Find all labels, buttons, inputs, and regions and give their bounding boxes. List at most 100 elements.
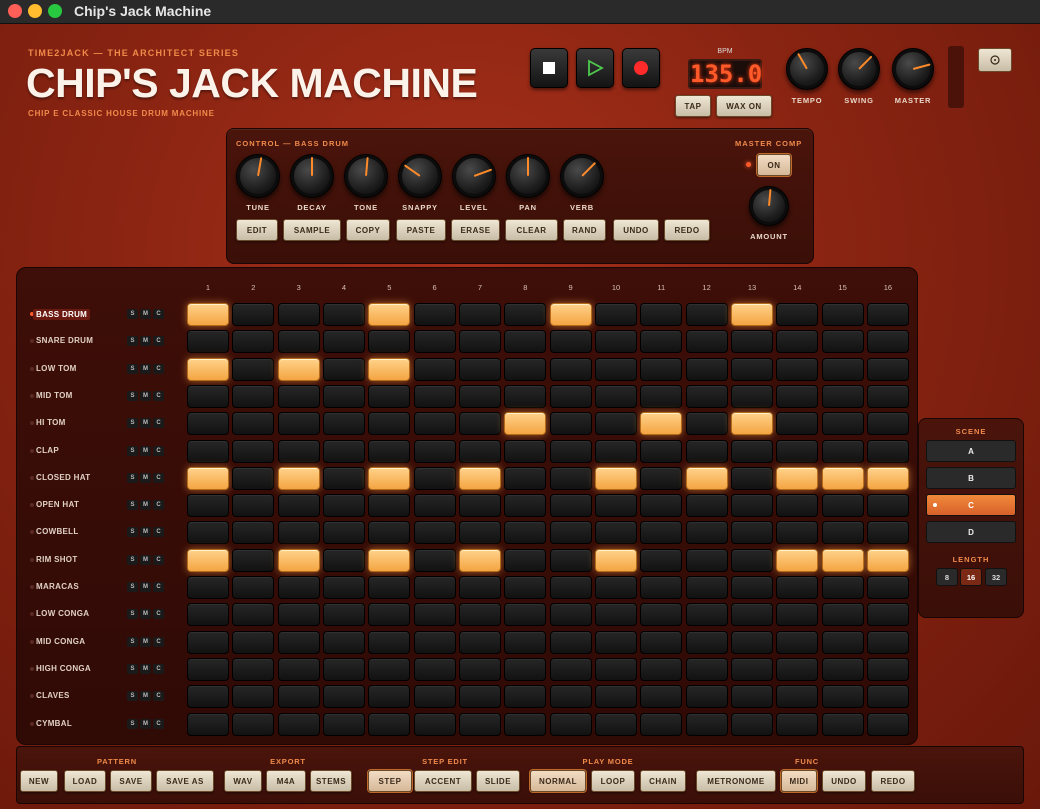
step-pad[interactable] [640,384,683,408]
track-c-button[interactable]: C [153,363,164,374]
track-name[interactable]: BASS DRUM [33,309,91,320]
step-pad[interactable] [731,412,773,436]
master-knob[interactable] [892,48,934,90]
step-pad[interactable] [731,330,773,354]
track-m-button[interactable]: M [140,309,151,319]
step-pad[interactable] [413,712,456,736]
step-pad[interactable] [323,657,365,681]
step-pad[interactable] [459,412,501,436]
step-pad[interactable] [549,357,592,381]
track-name[interactable]: RIM SHOT [36,555,78,564]
track-name[interactable]: LOW CONGA [36,609,89,618]
length-16-button[interactable]: 16 [960,568,982,586]
step-pad[interactable] [232,576,275,599]
step-pad[interactable] [413,657,456,681]
track-m-button[interactable]: M [140,718,151,729]
pattern-save-as-button[interactable]: SAVE AS [156,770,214,792]
step-pad[interactable] [232,357,275,381]
scene-b-button[interactable]: B [926,467,1016,489]
step-pad[interactable] [413,685,456,709]
step-pad[interactable] [504,330,547,354]
step-pad[interactable] [187,685,229,709]
stop-button[interactable] [530,48,568,88]
step-pad[interactable] [549,494,592,518]
track-s-button[interactable]: S [127,609,138,620]
step-pad[interactable] [232,303,275,326]
step-pad[interactable] [368,439,411,463]
step-pad[interactable] [323,603,365,627]
step-pad[interactable] [504,521,547,545]
step-pad[interactable] [685,603,728,627]
close-window-button[interactable] [8,4,22,18]
step-pad[interactable] [685,494,728,518]
track-m-button[interactable]: M [140,472,151,483]
track-m-button[interactable]: M [140,390,151,401]
track-name[interactable]: LOW TOM [36,364,77,373]
step-pad[interactable] [549,439,592,463]
step-pad[interactable] [640,439,683,463]
step-pad[interactable] [640,494,683,518]
control-clear-button[interactable]: CLEAR [505,219,558,241]
step-pad[interactable] [277,466,320,490]
export-stems-button[interactable]: STEMS [310,770,352,792]
step-pad[interactable] [866,412,909,436]
play-button[interactable] [576,48,614,88]
step-pad[interactable] [277,576,320,599]
step-pad[interactable] [866,603,909,627]
step-pad[interactable] [323,521,365,545]
track-s-button[interactable]: S [127,363,138,374]
step-pad[interactable] [323,685,365,709]
track-s-button[interactable]: S [127,527,138,538]
step-pad[interactable] [413,576,456,599]
step-pad[interactable] [595,603,637,627]
control-paste-button[interactable]: PASTE [396,219,446,241]
step-pad[interactable] [323,630,365,654]
func-midi-button[interactable]: MIDI [781,770,817,792]
track-s-button[interactable]: S [127,500,138,511]
step-pad[interactable] [277,303,320,326]
track-s-button[interactable]: S [127,309,138,319]
step-pad[interactable] [776,466,819,490]
step-pad[interactable] [459,357,501,381]
step-pad[interactable] [459,576,501,599]
step-pad[interactable] [187,630,229,654]
step-pad[interactable] [323,712,365,736]
step-pad[interactable] [413,412,456,436]
step-pad[interactable] [866,357,909,381]
step-edit-accent-button[interactable]: ACCENT [414,770,472,792]
step-pad[interactable] [232,521,275,545]
step-pad[interactable] [549,303,592,326]
step-pad[interactable] [277,494,320,518]
step-pad[interactable] [685,384,728,408]
pan-knob[interactable] [506,154,550,198]
track-name[interactable]: CLAP [36,446,59,455]
step-pad[interactable] [187,548,229,572]
track-name[interactable]: SNARE DRUM [36,336,93,345]
step-pad[interactable] [413,466,456,490]
step-pad[interactable] [776,330,819,354]
step-pad[interactable] [866,303,909,326]
step-pad[interactable] [685,576,728,599]
track-s-button[interactable]: S [127,718,138,729]
track-m-button[interactable]: M [140,336,151,347]
step-pad[interactable] [776,521,819,545]
step-pad[interactable] [232,685,275,709]
step-pad[interactable] [504,576,547,599]
step-pad[interactable] [323,466,365,490]
step-pad[interactable] [232,466,275,490]
track-c-button[interactable]: C [153,636,164,647]
snappy-knob[interactable] [398,154,442,198]
step-pad[interactable] [685,357,728,381]
step-pad[interactable] [640,303,683,326]
step-pad[interactable] [866,548,909,572]
step-pad[interactable] [595,357,637,381]
step-pad[interactable] [640,685,683,709]
step-pad[interactable] [821,603,864,627]
track-s-button[interactable]: S [127,554,138,565]
track-name[interactable]: MID CONGA [36,637,85,646]
track-c-button[interactable]: C [153,336,164,347]
step-pad[interactable] [821,357,864,381]
step-pad[interactable] [776,603,819,627]
step-pad[interactable] [368,466,411,490]
step-pad[interactable] [640,603,683,627]
